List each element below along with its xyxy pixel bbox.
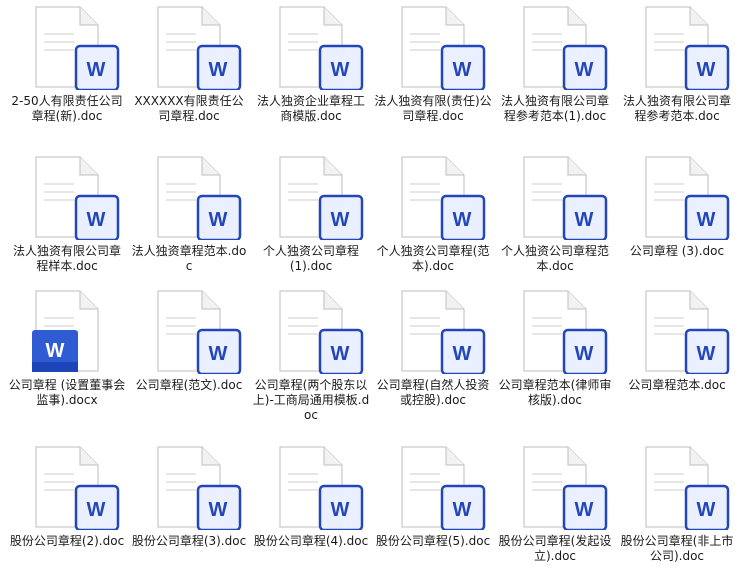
file-name-label: 公司章程(两个股东以上)-工商局通用模板.doc xyxy=(252,378,370,422)
word-doc-icon: W xyxy=(645,6,730,90)
word-doc-icon: W xyxy=(523,446,608,530)
file-item[interactable]: W 股份公司章程(3).doc xyxy=(130,444,248,584)
svg-text:W: W xyxy=(453,209,472,231)
file-name-label: 公司章程 (3).doc xyxy=(629,244,725,258)
svg-text:W: W xyxy=(331,499,350,521)
svg-text:W: W xyxy=(697,343,716,365)
svg-text:W: W xyxy=(697,499,716,521)
svg-text:W: W xyxy=(87,209,106,231)
file-name-label: 公司章程范本.doc xyxy=(628,378,726,392)
word-doc-icon: W xyxy=(645,290,730,374)
word-doc-icon: W xyxy=(523,290,608,374)
svg-text:W: W xyxy=(453,59,472,81)
svg-text:W: W xyxy=(46,340,65,362)
word-doc-icon: W xyxy=(645,446,730,530)
file-item[interactable]: W 法人独资有限公司章程参考范本(1).doc xyxy=(496,4,614,144)
file-item[interactable]: W 公司章程范本(律师审核版).doc xyxy=(496,288,614,428)
svg-text:W: W xyxy=(209,209,228,231)
svg-text:W: W xyxy=(331,343,350,365)
file-name-label: 法人独资有限公司章程参考范本.doc xyxy=(622,94,731,123)
svg-text:W: W xyxy=(453,499,472,521)
file-item[interactable]: W 法人独资有限公司章程参考范本.doc xyxy=(618,4,736,144)
word-doc-icon: W xyxy=(157,6,242,90)
word-doc-icon: W xyxy=(157,446,242,530)
file-item[interactable]: W 股份公司章程(发起设立).doc xyxy=(496,444,614,584)
file-name-label: 法人独资章程范本.doc xyxy=(131,244,247,273)
word-doc-icon: W xyxy=(35,446,120,530)
file-name-label: XXXXXX有限责任公司章程.doc xyxy=(134,94,244,123)
svg-text:W: W xyxy=(575,209,594,231)
file-name-label: 法人独资有限(责任)公司章程.doc xyxy=(374,94,492,123)
word-doc-icon: W xyxy=(401,6,486,90)
svg-text:W: W xyxy=(697,59,716,81)
word-doc-icon: W xyxy=(401,446,486,530)
word-doc-icon: W xyxy=(401,156,486,240)
file-item[interactable]: W 股份公司章程(2).doc xyxy=(8,444,126,584)
file-name-label: 股份公司章程(3).doc xyxy=(131,534,247,548)
word-doc-icon: W xyxy=(35,156,120,240)
file-item[interactable]: W 公司章程 (3).doc xyxy=(618,154,736,294)
file-name-label: 股份公司章程(2).doc xyxy=(9,534,125,548)
file-item[interactable]: W 2-50人有限责任公司章程(新).doc xyxy=(8,4,126,144)
word-doc-icon: W xyxy=(645,156,730,240)
file-item[interactable]: W 公司章程范本.doc xyxy=(618,288,736,428)
svg-text:W: W xyxy=(453,343,472,365)
svg-text:W: W xyxy=(209,59,228,81)
file-item[interactable]: W 法人独资企业章程工商模版.doc xyxy=(252,4,370,144)
file-item[interactable]: W 个人独资公司章程 (1).doc xyxy=(252,154,370,294)
word-doc-icon: W xyxy=(279,156,364,240)
file-name-label: 股份公司章程(发起设立).doc xyxy=(498,534,612,563)
file-item[interactable]: W 公司章程(自然人投资或控股).doc xyxy=(374,288,492,428)
file-name-label: 股份公司章程(5).doc xyxy=(375,534,491,548)
svg-text:W: W xyxy=(575,59,594,81)
svg-text:W: W xyxy=(87,499,106,521)
word-doc-icon: W xyxy=(401,290,486,374)
file-name-label: 个人独资公司章程 (1).doc xyxy=(262,244,359,273)
file-name-label: 公司章程范本(律师审核版).doc xyxy=(498,378,612,407)
file-item[interactable]: W 公司章程 (设置董事会监事).docx xyxy=(8,288,126,428)
file-name-label: 股份公司章程(非上市公司).doc xyxy=(620,534,734,563)
file-name-label: 公司章程(范文).doc xyxy=(135,378,243,392)
file-name-label: 个人独资公司章程(范本).doc xyxy=(376,244,490,273)
file-name-label: 公司章程 (设置董事会监事).docx xyxy=(8,378,126,407)
file-name-label: 股份公司章程(4).doc xyxy=(253,534,369,548)
file-name-label: 法人独资企业章程工商模版.doc xyxy=(256,94,365,123)
file-item[interactable]: W 法人独资章程范本.doc xyxy=(130,154,248,294)
svg-text:W: W xyxy=(87,59,106,81)
file-name-label: 公司章程(自然人投资或控股).doc xyxy=(376,378,490,407)
svg-text:W: W xyxy=(209,343,228,365)
file-item[interactable]: W 公司章程(范文).doc xyxy=(130,288,248,428)
word-doc-icon: W xyxy=(279,6,364,90)
svg-text:W: W xyxy=(697,209,716,231)
file-name-label: 法人独资有限公司章程参考范本(1).doc xyxy=(500,94,609,123)
svg-text:W: W xyxy=(575,343,594,365)
file-item[interactable]: W 法人独资有限公司章程样本.doc xyxy=(8,154,126,294)
word-doc-icon: W xyxy=(279,290,364,374)
file-item[interactable]: W 股份公司章程(4).doc xyxy=(252,444,370,584)
file-name-label: 法人独资有限公司章程样本.doc xyxy=(12,244,121,273)
svg-text:W: W xyxy=(575,499,594,521)
file-grid: W 2-50人有限责任公司章程(新).doc W XXXXXX有限责任公司章程.doc… xyxy=(0,0,745,581)
file-item[interactable]: W 股份公司章程(5).doc xyxy=(374,444,492,584)
word-docx-icon: W xyxy=(32,290,99,372)
word-doc-icon: W xyxy=(157,156,242,240)
file-item[interactable]: W 个人独资公司章程范本.doc xyxy=(496,154,614,294)
file-name-label: 2-50人有限责任公司章程(新).doc xyxy=(11,94,123,123)
word-doc-icon: W xyxy=(35,6,120,90)
file-item[interactable]: W 个人独资公司章程(范本).doc xyxy=(374,154,492,294)
file-item[interactable]: W XXXXXX有限责任公司章程.doc xyxy=(130,4,248,144)
svg-text:W: W xyxy=(209,499,228,521)
word-doc-icon: W xyxy=(157,290,242,374)
file-item[interactable]: W 股份公司章程(非上市公司).doc xyxy=(618,444,736,584)
svg-text:W: W xyxy=(331,59,350,81)
word-doc-icon: W xyxy=(523,6,608,90)
svg-text:W: W xyxy=(331,209,350,231)
file-item[interactable]: W 公司章程(两个股东以上)-工商局通用模板.doc xyxy=(252,288,370,428)
file-item[interactable]: W 法人独资有限(责任)公司章程.doc xyxy=(374,4,492,144)
word-doc-icon: W xyxy=(523,156,608,240)
word-doc-icon: W xyxy=(279,446,364,530)
file-name-label: 个人独资公司章程范本.doc xyxy=(500,244,609,273)
